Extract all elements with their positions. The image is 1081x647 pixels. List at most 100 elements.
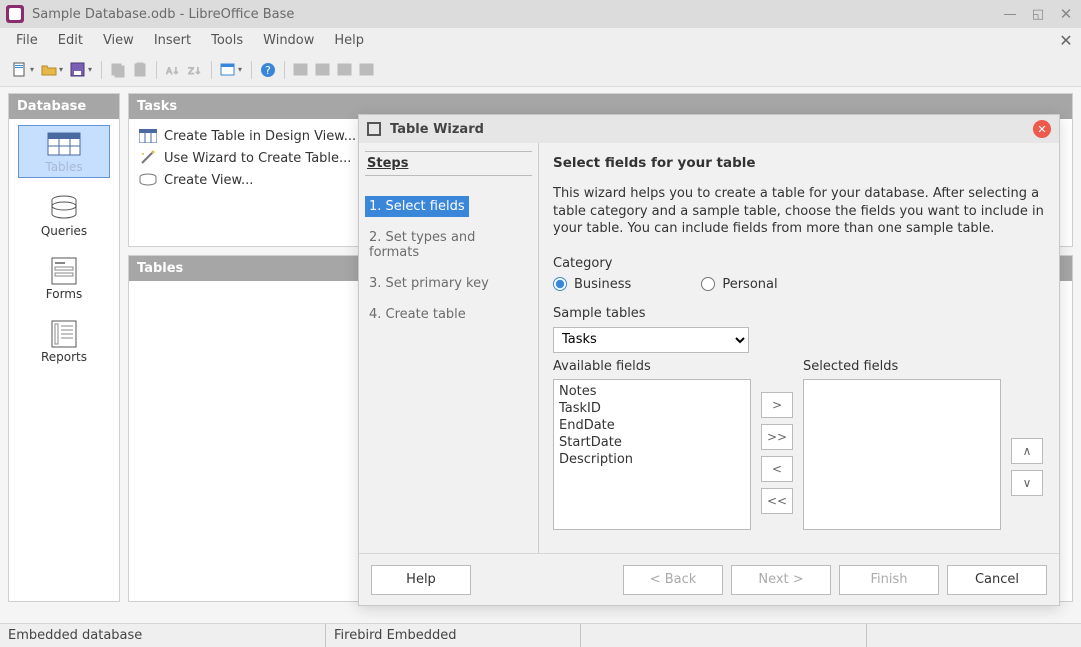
window-title: Sample Database.odb - LibreOffice Base	[32, 7, 991, 22]
open-dropdown[interactable]: ▾	[59, 65, 63, 74]
svg-text:?: ?	[265, 64, 271, 77]
list-item[interactable]: EndDate	[559, 417, 745, 434]
queries-icon	[47, 195, 81, 221]
selected-fields-list[interactable]	[803, 379, 1001, 530]
table-wizard-dialog: Table Wizard ✕ Steps 1. Select fields 2.…	[358, 114, 1060, 606]
table-rename-icon[interactable]	[357, 60, 377, 80]
list-item[interactable]: StartDate	[559, 434, 745, 451]
move-up-button[interactable]: ∧	[1011, 438, 1043, 464]
sample-tables-select[interactable]: Tasks	[553, 327, 749, 353]
sort-desc-icon[interactable]: Z↓	[185, 60, 205, 80]
save-dropdown[interactable]: ▾	[88, 65, 92, 74]
dual-list: Available fields Notes TaskID EndDate St…	[553, 359, 1045, 530]
wizard-buttons: Help < Back Next > Finish Cancel	[359, 553, 1059, 605]
task-label: Create View...	[164, 173, 253, 188]
sidebar-item-reports[interactable]: Reports	[18, 316, 110, 367]
list-item[interactable]: Description	[559, 451, 745, 468]
list-item[interactable]: TaskID	[559, 400, 745, 417]
radio-business-label: Business	[574, 277, 631, 292]
svg-text:Z↓: Z↓	[188, 67, 202, 77]
wizard-heading: Select fields for your table	[553, 155, 1045, 171]
wizard-steps-panel: Steps 1. Select fields 2. Set types and …	[359, 143, 539, 553]
wizard-title: Table Wizard	[390, 122, 484, 137]
close-doc-button[interactable]: ✕	[1057, 32, 1075, 50]
help-button[interactable]: Help	[371, 565, 471, 595]
status-left: Embedded database	[0, 624, 325, 647]
save-icon[interactable]	[68, 60, 88, 80]
tables-icon	[47, 131, 81, 157]
wizard-step-2[interactable]: 2. Set types and formats	[365, 227, 532, 263]
move-left-button[interactable]: <	[761, 456, 793, 482]
table-design-icon	[139, 128, 157, 144]
task-label: Use Wizard to Create Table...	[164, 151, 351, 166]
menu-help[interactable]: Help	[324, 30, 374, 51]
menu-edit[interactable]: Edit	[48, 30, 93, 51]
radio-business[interactable]: Business	[553, 277, 631, 292]
category-radios: Business Personal	[553, 277, 1045, 292]
table-edit-icon[interactable]	[313, 60, 333, 80]
wizard-titlebar: Table Wizard ✕	[359, 115, 1059, 143]
sidebar-item-label: Forms	[46, 287, 82, 301]
sidebar-item-forms[interactable]: Forms	[18, 253, 110, 304]
form-icon[interactable]	[218, 60, 238, 80]
wizard-step-3[interactable]: 3. Set primary key	[365, 273, 532, 294]
wizard-step-4[interactable]: 4. Create table	[365, 304, 532, 325]
database-header: Database	[9, 94, 119, 119]
help-icon[interactable]: ?	[258, 60, 278, 80]
sidebar-item-label: Reports	[41, 350, 87, 364]
cancel-button[interactable]: Cancel	[947, 565, 1047, 595]
close-window-button[interactable]: ✕	[1057, 5, 1075, 23]
radio-personal[interactable]: Personal	[701, 277, 777, 292]
menu-tools[interactable]: Tools	[201, 30, 253, 51]
task-label: Create Table in Design View...	[164, 129, 356, 144]
wizard-title-icon	[367, 122, 381, 136]
sidebar-item-label: Tables	[45, 160, 82, 174]
table-new-icon[interactable]	[291, 60, 311, 80]
menu-file[interactable]: File	[6, 30, 48, 51]
available-label: Available fields	[553, 359, 751, 374]
minimize-button[interactable]: —	[1001, 5, 1019, 23]
form-dropdown[interactable]: ▾	[238, 65, 242, 74]
wand-icon	[139, 150, 157, 166]
wizard-step-1[interactable]: 1. Select fields	[365, 196, 469, 217]
list-item[interactable]: Notes	[559, 383, 745, 400]
app-icon	[6, 5, 24, 23]
wizard-body: Steps 1. Select fields 2. Set types and …	[359, 143, 1059, 553]
sidebar-item-queries[interactable]: Queries	[18, 190, 110, 241]
reports-icon	[47, 321, 81, 347]
sort-asc-icon[interactable]: A↓	[163, 60, 183, 80]
wizard-close-button[interactable]: ✕	[1033, 120, 1051, 138]
menu-window[interactable]: Window	[253, 30, 324, 51]
wizard-description: This wizard helps you to create a table …	[553, 185, 1045, 238]
status-engine: Firebird Embedded	[325, 624, 580, 647]
copy-icon[interactable]	[108, 60, 128, 80]
new-dropdown[interactable]: ▾	[30, 65, 34, 74]
menu-insert[interactable]: Insert	[144, 30, 201, 51]
wizard-main-panel: Select fields for your table This wizard…	[539, 143, 1059, 553]
menubar: File Edit View Insert Tools Window Help …	[0, 28, 1081, 53]
forms-icon	[47, 258, 81, 284]
back-button[interactable]: < Back	[623, 565, 723, 595]
available-fields-list[interactable]: Notes TaskID EndDate StartDate Descripti…	[553, 379, 751, 530]
next-button[interactable]: Next >	[731, 565, 831, 595]
move-down-button[interactable]: ∨	[1011, 470, 1043, 496]
svg-text:A↓: A↓	[166, 67, 180, 77]
category-label: Category	[553, 256, 1045, 271]
move-all-left-button[interactable]: <<	[761, 488, 793, 514]
move-right-button[interactable]: >	[761, 392, 793, 418]
sample-label: Sample tables	[553, 306, 1045, 321]
titlebar: Sample Database.odb - LibreOffice Base —…	[0, 0, 1081, 28]
view-icon	[139, 172, 157, 188]
table-delete-icon[interactable]	[335, 60, 355, 80]
menu-view[interactable]: View	[93, 30, 144, 51]
toolbar: ▾ ▾ ▾ A↓ Z↓ ▾ ?	[0, 53, 1081, 87]
new-icon[interactable]	[10, 60, 30, 80]
status-right	[866, 624, 1081, 647]
finish-button[interactable]: Finish	[839, 565, 939, 595]
maximize-button[interactable]: ◱	[1029, 5, 1047, 23]
move-all-right-button[interactable]: >>	[761, 424, 793, 450]
open-icon[interactable]	[39, 60, 59, 80]
sidebar-item-tables[interactable]: Tables	[18, 125, 110, 178]
paste-icon[interactable]	[130, 60, 150, 80]
sidebar-item-label: Queries	[41, 224, 87, 238]
